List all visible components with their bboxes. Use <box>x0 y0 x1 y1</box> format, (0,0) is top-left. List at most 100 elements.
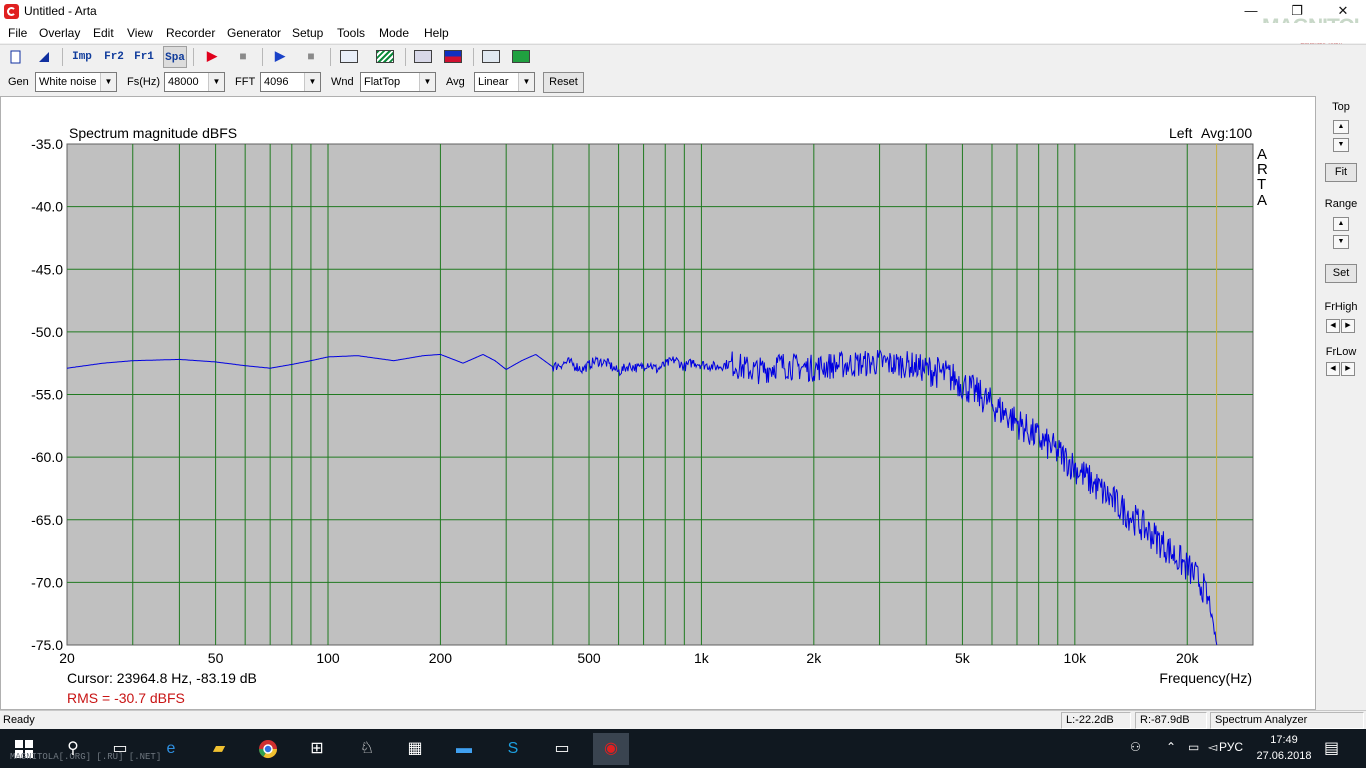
chart-title: Spectrum magnitude dBFS <box>69 125 237 141</box>
oscilloscope-icon[interactable] <box>482 50 500 63</box>
x-axis-label: Frequency(Hz) <box>1159 670 1252 686</box>
windows-taskbar: MAGNITOLA[.ORG] [.RU] [.NET] ⚲ ▭ e ▰ ⊞ ♘… <box>0 729 1366 768</box>
spectrum-chart[interactable]: 20 50 100 200 500 1k 2k 5k 10k 20k -35.0-40.0-45.… <box>1 97 1317 711</box>
skype-icon[interactable]: S <box>501 737 525 761</box>
drive-app-icon[interactable]: ▭ <box>550 737 574 761</box>
generator-select[interactable]: White noise ▼ <box>35 72 117 92</box>
y-tick-label: -50.0 <box>31 324 63 340</box>
menu-mode[interactable]: Mode <box>379 26 409 40</box>
scope-settings-icon[interactable] <box>376 50 394 63</box>
y-tick-label: -35.0 <box>31 136 63 152</box>
search-icon[interactable]: ⚲ <box>61 737 85 761</box>
tray-chevron-up-icon[interactable]: ⌃ <box>1166 740 1176 754</box>
rms-readout: RMS = -30.7 dBFS <box>67 690 185 706</box>
notification-icon[interactable]: ▤ <box>1324 738 1339 758</box>
x-tick-label: 5k <box>955 650 971 666</box>
menu-edit[interactable]: Edit <box>93 26 114 40</box>
store-icon[interactable]: ⊞ <box>305 737 329 761</box>
menu-recorder[interactable]: Recorder <box>166 26 215 40</box>
y-tick-label: -40.0 <box>31 199 63 215</box>
wnd-label: Wnd <box>331 76 354 88</box>
frhigh-left-button[interactable]: ◀ <box>1326 319 1340 333</box>
x-tick-label: 50 <box>208 650 224 666</box>
x-tick-label: 1k <box>694 650 710 666</box>
people-icon[interactable]: ⚇ <box>1130 740 1141 754</box>
network-tool-icon[interactable]: ▬ <box>452 737 476 761</box>
minimize-button[interactable]: — <box>1228 0 1274 23</box>
window-select[interactable]: FlatTop ▼ <box>360 72 436 92</box>
battery-icon[interactable]: ▭ <box>1188 740 1199 754</box>
y-tick-labels: -35.0 -40.0 -45.0 -50.0 -55.0 -60.0 -65.0 -70.0… <box>31 136 63 653</box>
system-clock[interactable]: 17:49 27.06.2018 <box>1246 732 1322 764</box>
menu-tools[interactable]: Tools <box>337 26 365 40</box>
avg-count-label: Avg:100 <box>1201 125 1252 141</box>
volume-icon[interactable]: ◅ <box>1208 740 1217 754</box>
file-explorer-icon[interactable]: ▰ <box>207 737 231 761</box>
menu-overlay[interactable]: Overlay <box>39 26 80 40</box>
menu-file[interactable]: File <box>8 26 27 40</box>
input-language[interactable]: РУС <box>1219 740 1243 754</box>
fft-size-select[interactable]: 4096 ▼ <box>260 72 321 92</box>
play-icon[interactable]: ▶ <box>268 46 292 68</box>
maximize-button[interactable]: ❐ <box>1274 0 1320 23</box>
scale-control-panel: Top ▲ ▼ Fit Range ▲ ▼ Set FrHigh ◀ ▶ FrL… <box>1316 96 1366 710</box>
fs-label: Fs(Hz) <box>127 76 160 88</box>
averaging-select[interactable]: Linear ▼ <box>474 72 535 92</box>
record-icon[interactable]: ▶ <box>200 46 224 68</box>
fox-app-icon[interactable]: ♘ <box>355 737 379 761</box>
title-bar: Untitled - Arta MAGNITOLA Cardinale Team… <box>0 0 1366 46</box>
avg-label: Avg <box>446 76 465 88</box>
fr2-mode-button[interactable]: Fr2 <box>102 46 126 68</box>
x-tick-label: 100 <box>316 650 340 666</box>
reset-button[interactable]: Reset <box>543 72 584 93</box>
level-meter-icon[interactable] <box>444 50 462 63</box>
menu-help[interactable]: Help <box>424 26 449 40</box>
top-down-button[interactable]: ▼ <box>1333 138 1349 152</box>
stop-record-icon[interactable]: ■ <box>231 46 255 68</box>
stop-play-icon[interactable]: ■ <box>299 46 323 68</box>
range-down-button[interactable]: ▼ <box>1333 235 1349 249</box>
y-tick-label: -45.0 <box>31 261 63 277</box>
input-settings-icon[interactable] <box>414 50 432 63</box>
top-up-button[interactable]: ▲ <box>1333 120 1349 134</box>
set-button[interactable]: Set <box>1325 264 1357 283</box>
y-tick-label: -60.0 <box>31 449 63 465</box>
fft-label: FFT <box>235 76 256 88</box>
frhigh-right-button[interactable]: ▶ <box>1341 319 1355 333</box>
chrome-icon[interactable] <box>256 737 280 761</box>
new-file-icon[interactable] <box>4 46 28 68</box>
generator-settings-row: Gen White noise ▼ Fs(Hz) 48000 ▼ FFT 4096 ▼… <box>0 69 1366 96</box>
y-tick-label: -55.0 <box>31 387 63 403</box>
menu-generator[interactable]: Generator <box>227 26 281 40</box>
spa-mode-button[interactable]: Spa <box>163 46 187 68</box>
fit-button[interactable]: Fit <box>1325 163 1357 182</box>
menu-setup[interactable]: Setup <box>292 26 323 40</box>
task-view-icon[interactable]: ▭ <box>108 737 132 761</box>
edge-browser-icon[interactable]: e <box>159 737 183 761</box>
x-tick-label: 10k <box>1064 650 1088 666</box>
x-tick-label: 2k <box>806 650 822 666</box>
fr1-mode-button[interactable]: Fr1 <box>132 46 156 68</box>
window-title: Untitled - Arta <box>24 4 97 18</box>
frlow-left-button[interactable]: ◀ <box>1326 362 1340 376</box>
brand-letter-a2: A <box>1257 192 1267 209</box>
impulse-mode-button[interactable]: Imp <box>70 46 94 68</box>
menu-bar: File Overlay Edit View Recorder Generato… <box>0 23 1366 43</box>
menu-view[interactable]: View <box>127 26 153 40</box>
chevron-down-icon: ▼ <box>208 73 224 91</box>
close-button[interactable]: ✕ <box>1320 0 1366 23</box>
watermark-text: MAGNITOLA[.ORG] [.RU] [.NET] <box>10 752 162 762</box>
channel-label: Left <box>1169 125 1192 141</box>
abc-generator-icon[interactable] <box>340 50 358 63</box>
mode-readout: Spectrum Analyzer <box>1210 712 1364 729</box>
spectrum-plot-panel: 20 50 100 200 500 1k 2k 5k 10k 20k -35.0 -40.0 -45.… <box>0 96 1316 710</box>
calculator-icon[interactable]: ▦ <box>403 737 427 761</box>
frlow-right-button[interactable]: ▶ <box>1341 362 1355 376</box>
sample-rate-select[interactable]: 48000 ▼ <box>164 72 225 92</box>
y-tick-label: -65.0 <box>31 512 63 528</box>
arta-taskbar-icon[interactable]: ◉ <box>593 733 629 765</box>
range-up-button[interactable]: ▲ <box>1333 217 1349 231</box>
open-file-icon[interactable] <box>32 46 56 68</box>
spectrum-display-icon[interactable] <box>512 50 530 63</box>
cursor-readout: Cursor: 23964.8 Hz, -83.19 dB <box>67 670 257 686</box>
